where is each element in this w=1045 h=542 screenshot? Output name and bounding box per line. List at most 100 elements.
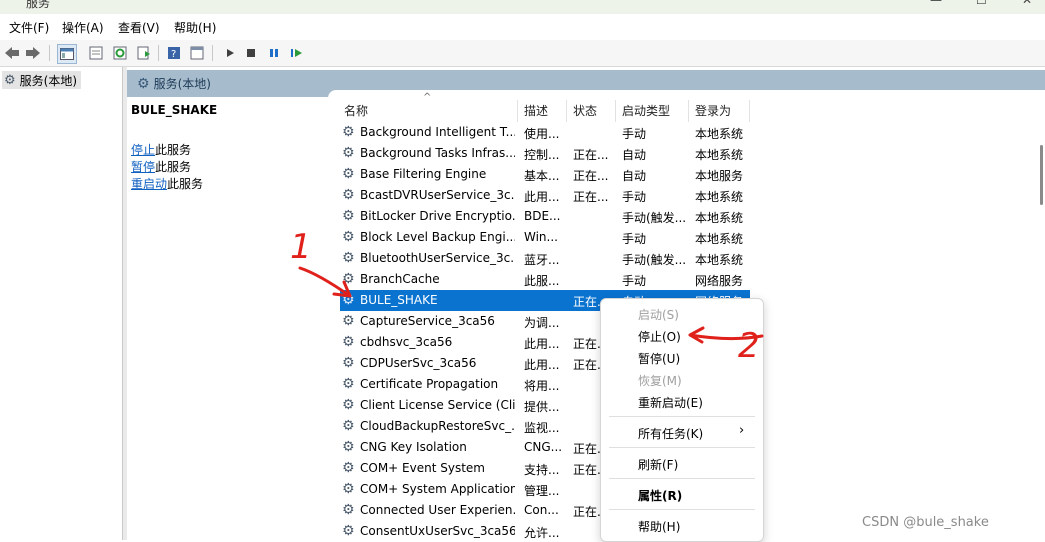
maximize-button[interactable]: ☐ bbox=[976, 0, 987, 7]
console-tree: ⚙ 服务(本地) bbox=[0, 67, 123, 540]
gear-icon: ⚙ bbox=[342, 187, 355, 203]
console-tree-icon[interactable] bbox=[57, 44, 77, 64]
refresh-icon[interactable] bbox=[111, 44, 129, 62]
close-button[interactable]: ✕ bbox=[1022, 0, 1032, 7]
gear-icon: ⚙ bbox=[342, 124, 355, 140]
gear-icon: ⚙ bbox=[342, 439, 355, 455]
menu-item-help[interactable]: 帮助(H) bbox=[638, 518, 680, 535]
service-row[interactable]: ⚙ Background Intelligent T... 使用... 手动 本地系统 bbox=[340, 122, 750, 143]
service-cell-name: BranchCache bbox=[360, 272, 440, 286]
service-cell-status: 正在... bbox=[573, 169, 609, 183]
stop-service-link[interactable]: 停止 bbox=[131, 143, 155, 157]
gear-icon: ⚙ bbox=[342, 481, 355, 497]
service-cell-desc: 蓝牙... bbox=[524, 253, 560, 267]
stop-icon[interactable] bbox=[242, 44, 260, 62]
service-row[interactable]: ⚙ BcastDVRUserService_3c... 此用... 正在... 手动 本地… bbox=[340, 185, 750, 206]
service-cell-logon: 网络服务 bbox=[695, 274, 744, 288]
restart-service-link[interactable]: 重启动 bbox=[131, 177, 167, 191]
service-cell-desc: 支持... bbox=[524, 463, 560, 477]
service-name-heading: BULE_SHAKE bbox=[131, 103, 218, 117]
menu-item-pause[interactable]: 暂停(U) bbox=[638, 350, 680, 367]
column-header-logon[interactable]: 登录为 bbox=[695, 102, 731, 122]
service-cell-name: Base Filtering Engine bbox=[360, 167, 487, 181]
menu-item-properties[interactable]: 属性(R) bbox=[638, 487, 682, 504]
menu-item-stop[interactable]: 停止(O) bbox=[638, 328, 681, 345]
service-cell-name: CDPUserSvc_3ca56 bbox=[360, 356, 477, 370]
gear-icon: ⚙ bbox=[342, 250, 355, 266]
gear-icon: ⚙ bbox=[342, 460, 355, 476]
tree-item-services-local[interactable]: ⚙ 服务(本地) bbox=[2, 71, 82, 89]
service-cell-desc: 此用... bbox=[524, 190, 560, 204]
service-row[interactable]: ⚙ Background Tasks Infras... 控制... 正在... 自动 本… bbox=[340, 143, 750, 164]
gear-icon: ⚙ bbox=[342, 313, 355, 329]
service-cell-name: BluetoothUserService_3c... bbox=[360, 251, 515, 265]
gear-icon: ⚙ bbox=[342, 208, 355, 224]
service-cell-name: cbdhsvc_3ca56 bbox=[360, 335, 453, 349]
help-icon[interactable]: ? bbox=[165, 44, 183, 62]
column-header-startup-type[interactable]: 启动类型 bbox=[622, 102, 670, 122]
service-row[interactable]: ⚙ BitLocker Drive Encryptio... BDE... 手动(触发… bbox=[340, 206, 750, 227]
service-cell-logon: 本地服务 bbox=[695, 169, 744, 183]
gear-icon: ⚙ bbox=[342, 229, 355, 245]
tree-item-label: 服务(本地) bbox=[19, 73, 78, 88]
service-cell-name: Background Tasks Infras... bbox=[360, 146, 515, 160]
service-cell-logon: 本地系统 bbox=[695, 148, 744, 162]
title-bar: 服务 — ☐ ✕ bbox=[0, 0, 1045, 14]
chevron-right-icon: › bbox=[739, 423, 745, 438]
menu-item-refresh[interactable]: 刷新(F) bbox=[638, 456, 678, 473]
service-row[interactable]: ⚙ Base Filtering Engine 基本... 正在... 自动 本地服务 bbox=[340, 164, 750, 185]
column-header-description[interactable]: 描述 bbox=[524, 102, 548, 122]
service-cell-desc: 使用... bbox=[524, 127, 560, 141]
menu-item-resume: 恢复(M) bbox=[638, 374, 682, 388]
restart-icon[interactable] bbox=[288, 44, 306, 62]
vertical-scrollbar[interactable] bbox=[1040, 145, 1043, 205]
service-row[interactable]: ⚙ BranchCache 此服... 手动 网络服务 bbox=[340, 269, 750, 290]
menu-item-restart[interactable]: 重新启动(E) bbox=[638, 394, 703, 411]
menu-help[interactable]: 帮助(H) bbox=[174, 19, 216, 36]
service-cell-name: ConsentUxUserSvc_3ca56 bbox=[360, 524, 515, 538]
play-icon[interactable] bbox=[221, 44, 239, 62]
svg-text:?: ? bbox=[171, 49, 176, 60]
menu-view[interactable]: 查看(V) bbox=[118, 19, 160, 36]
action-suffix: 此服务 bbox=[155, 160, 192, 174]
gear-icon: ⚙ bbox=[342, 292, 355, 308]
properties-icon[interactable] bbox=[87, 44, 105, 62]
minimize-button[interactable]: — bbox=[930, 0, 942, 7]
service-cell-name: CloudBackupRestoreSvc_... bbox=[360, 419, 515, 433]
service-cell-startup: 手动 bbox=[622, 127, 647, 141]
menu-file[interactable]: 文件(F) bbox=[9, 19, 49, 36]
service-row[interactable]: ⚙ Block Level Backup Engi... Win... 手动 本地系统 bbox=[340, 227, 750, 248]
gear-icon: ⚙ bbox=[342, 376, 355, 392]
column-header-name[interactable]: 名称 bbox=[344, 102, 368, 122]
service-cell-name: CaptureService_3ca56 bbox=[360, 314, 495, 328]
column-header-status[interactable]: 状态 bbox=[573, 102, 597, 122]
menu-action[interactable]: 操作(A) bbox=[62, 19, 104, 36]
service-row[interactable]: ⚙ BluetoothUserService_3c... 蓝牙... 手动(触发...… bbox=[340, 248, 750, 269]
pause-service-link[interactable]: 暂停 bbox=[131, 160, 155, 174]
service-cell-name: Block Level Backup Engi... bbox=[360, 230, 515, 244]
service-cell-desc: 为调... bbox=[524, 316, 560, 330]
service-cell-name: CNG Key Isolation bbox=[360, 440, 467, 454]
toolbar: ? bbox=[0, 40, 1045, 67]
sort-ascending-icon: ^ bbox=[423, 92, 432, 103]
gear-icon: ⚙ bbox=[342, 502, 355, 518]
service-cell-desc: 此服... bbox=[524, 274, 560, 288]
view-icon[interactable] bbox=[188, 44, 206, 62]
service-cell-logon: 本地系统 bbox=[695, 211, 744, 225]
export-list-icon[interactable] bbox=[135, 44, 153, 62]
pause-icon[interactable] bbox=[265, 44, 283, 62]
menu-item-all-tasks[interactable]: 所有任务(K) bbox=[638, 425, 703, 442]
service-cell-name: Background Intelligent T... bbox=[360, 125, 515, 139]
service-cell-name: COM+ Event System bbox=[360, 461, 485, 475]
service-cell-name: Connected User Experien... bbox=[360, 503, 515, 517]
service-cell-startup: 自动 bbox=[622, 148, 647, 162]
service-cell-status: 正在... bbox=[573, 148, 609, 162]
back-arrow-icon[interactable] bbox=[3, 44, 21, 62]
service-cell-startup: 自动 bbox=[622, 169, 647, 183]
service-cell-startup: 手动 bbox=[622, 190, 647, 204]
pane-header-title: 服务(本地) bbox=[153, 77, 211, 91]
window-title: 服务 bbox=[26, 0, 51, 10]
gear-icon: ⚙ bbox=[342, 271, 355, 287]
forward-arrow-icon[interactable] bbox=[24, 44, 42, 62]
gear-icon: ⚙ bbox=[342, 355, 355, 371]
